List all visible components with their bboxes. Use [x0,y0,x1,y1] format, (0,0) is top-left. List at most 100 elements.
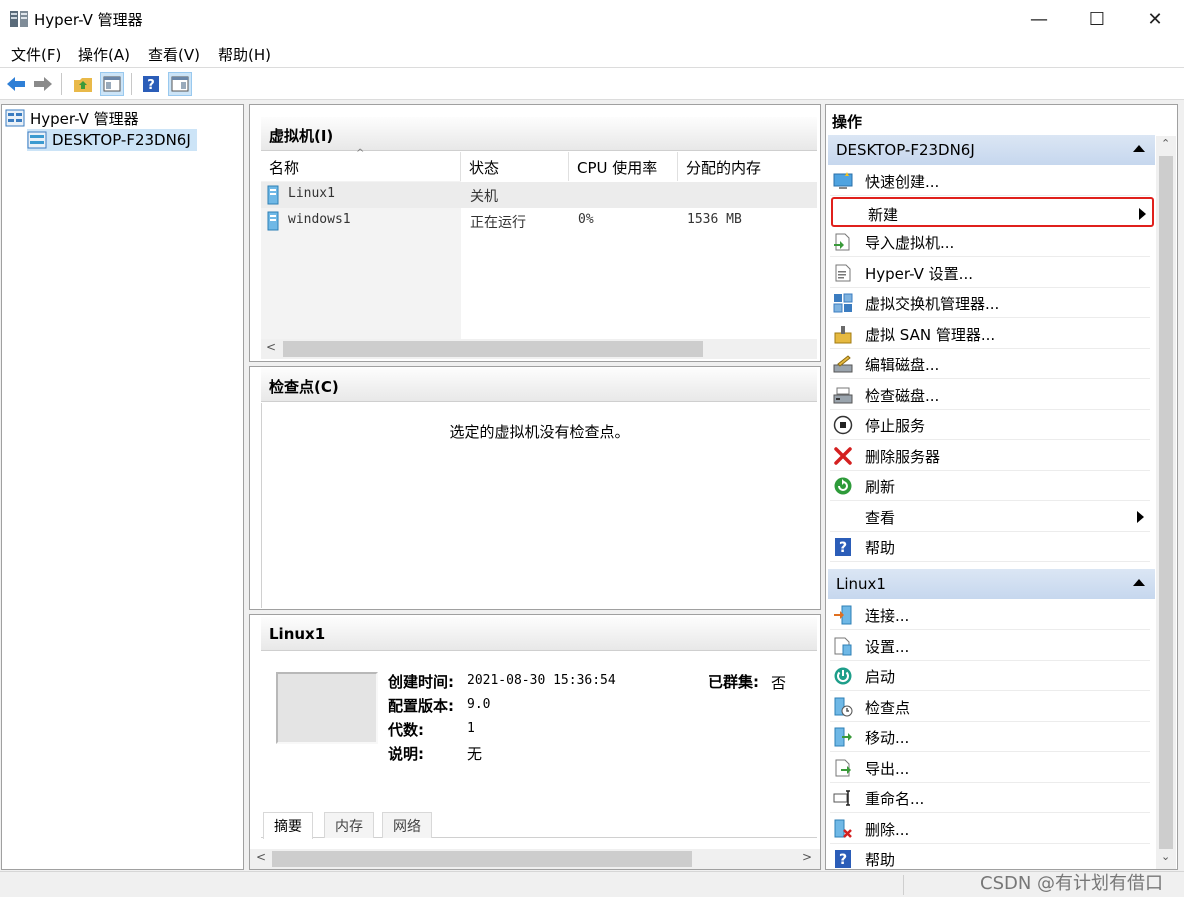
vm-action-5[interactable]: 导出... [830,753,1150,783]
toolbar-separator [61,73,62,95]
host-action-label: 编辑磁盘... [865,356,940,374]
vm-list-horizontal-scrollbar[interactable]: < [261,339,817,359]
connect-icon [833,605,853,625]
created-time-label: 创建时间: [388,673,454,691]
vm-row-linux1[interactable]: Linux1 关机 [261,182,817,208]
close-button[interactable]: ✕ [1126,0,1184,38]
vm-action-label: 启动 [865,668,896,686]
collapse-up-icon[interactable] [1133,579,1145,586]
config-version-label: 配置版本: [388,697,454,715]
up-folder-button[interactable] [71,72,95,96]
actions-vertical-scrollbar[interactable]: ⌃ ⌄ [1156,136,1176,869]
tab-summary[interactable]: 摘要 [263,812,313,839]
stop-icon [833,415,853,435]
server-icon [27,131,47,149]
vm-action-label: 设置... [865,637,910,656]
scroll-right-icon[interactable]: > [802,850,812,864]
vm-action-3[interactable]: 检查点 [830,692,1150,722]
vm-action-1[interactable]: 设置... [830,631,1150,661]
scroll-thumb[interactable] [283,341,703,357]
host-action-10[interactable]: 刷新 [830,471,1150,501]
tab-memory[interactable]: 内存 [324,812,374,838]
vm-memory: 1536 MB [687,212,742,227]
vm-action-label: 连接... [865,607,910,625]
tree-root-label: Hyper-V 管理器 [30,109,139,128]
host-action-5[interactable]: 虚拟 SAN 管理器... [830,319,1150,349]
back-button[interactable] [4,72,28,96]
middle-horizontal-scrollbar[interactable]: < > [250,849,820,869]
vm-action-6[interactable]: 重命名... [830,783,1150,813]
menu-view[interactable]: 查看(V) [148,44,200,65]
svg-text:?: ? [147,78,155,93]
column-state[interactable]: 状态 [461,152,569,181]
help-icon: ? [833,537,853,557]
config-version-value: 9.0 [467,697,491,712]
host-action-4[interactable]: 虚拟交换机管理器... [830,288,1150,318]
column-memory[interactable]: 分配的内存 [678,152,817,181]
host-action-label: 停止服务 [865,417,926,435]
host-action-label: 虚拟交换机管理器... [865,295,1000,313]
submenu-arrow-icon [1137,510,1144,523]
vm-panel-header: 虚拟机(I) [261,117,817,151]
help-icon: ? [143,76,159,93]
folder-up-icon [74,78,92,92]
vm-action-7[interactable]: 删除... [830,814,1150,844]
host-action-label: Hyper-V 设置... [865,264,973,283]
host-action-9[interactable]: 删除服务器 [830,441,1150,471]
tab-network[interactable]: 网络 [382,812,432,838]
edit-disk-icon [833,354,853,374]
toolbar: ? [0,68,1184,100]
window-title: Hyper-V 管理器 [34,11,143,29]
host-action-2[interactable]: 导入虚拟机... [830,227,1150,257]
tree-root[interactable]: Hyper-V 管理器 [5,107,139,129]
watermark-text: CSDN @有计划有借口 [980,873,1164,894]
vm-action-0[interactable]: 连接... [830,600,1150,630]
scroll-left-icon[interactable]: < [256,850,266,864]
help-toolbar-button[interactable]: ? [139,72,163,96]
menu-help[interactable]: 帮助(H) [218,44,271,65]
forward-button[interactable] [31,72,55,96]
console-tree-icon [103,76,121,92]
vm-state: 正在运行 [470,215,526,231]
host-action-11[interactable]: 查看 [830,502,1150,532]
host-action-7[interactable]: 检查磁盘... [830,380,1150,410]
scroll-down-icon[interactable]: ⌄ [1161,850,1170,863]
vm-action-2[interactable]: 启动 [830,661,1150,691]
show-hide-action-pane-button[interactable] [168,72,192,96]
vm-row-windows1[interactable]: windows1 正在运行 0% 1536 MB [261,208,817,234]
host-action-12[interactable]: ? 帮助 [830,532,1150,562]
column-cpu-label: CPU 使用率 [577,159,658,177]
column-state-label: 状态 [469,159,500,177]
vm-action-label: 删除... [865,820,910,839]
vm-cpu: 0% [578,212,594,227]
actions-group-host[interactable]: DESKTOP-F23DN6J [828,135,1155,165]
show-hide-console-tree-button[interactable] [100,72,124,96]
host-action-8[interactable]: 停止服务 [830,410,1150,440]
host-action-0[interactable]: 快速创建... [830,166,1150,196]
host-action-label: 删除服务器 [865,447,941,466]
host-action-6[interactable]: 编辑磁盘... [830,349,1150,379]
actions-group-vm[interactable]: Linux1 [828,569,1155,599]
vm-icon [267,185,279,205]
menu-bar: 文件(F) 操作(A) 查看(V) 帮助(H) [0,38,1184,68]
close-icon: ✕ [1147,8,1163,30]
host-action-3[interactable]: Hyper-V 设置... [830,258,1150,288]
column-cpu[interactable]: CPU 使用率 [569,152,678,181]
scroll-thumb[interactable] [1159,156,1173,849]
maximize-button[interactable]: ☐ [1068,0,1126,38]
back-arrow-icon [7,77,25,91]
collapse-up-icon[interactable] [1133,145,1145,152]
tree-host-node[interactable]: DESKTOP-F23DN6J [27,129,197,151]
vm-state: 关机 [470,189,498,205]
minimize-button[interactable]: — [1010,0,1068,38]
scroll-left-icon[interactable]: < [266,340,276,354]
scroll-thumb[interactable] [272,851,692,867]
vm-action-4[interactable]: 移动... [830,722,1150,752]
menu-file[interactable]: 文件(F) [11,44,61,65]
menu-action[interactable]: 操作(A) [78,44,130,65]
minimize-icon: — [1030,8,1048,30]
scroll-up-icon[interactable]: ⌃ [1161,137,1170,150]
host-action-label: 查看 [865,508,896,527]
checkpoints-panel-title: 检查点(C) [269,378,339,396]
host-action-1[interactable]: 新建 [831,196,1154,227]
